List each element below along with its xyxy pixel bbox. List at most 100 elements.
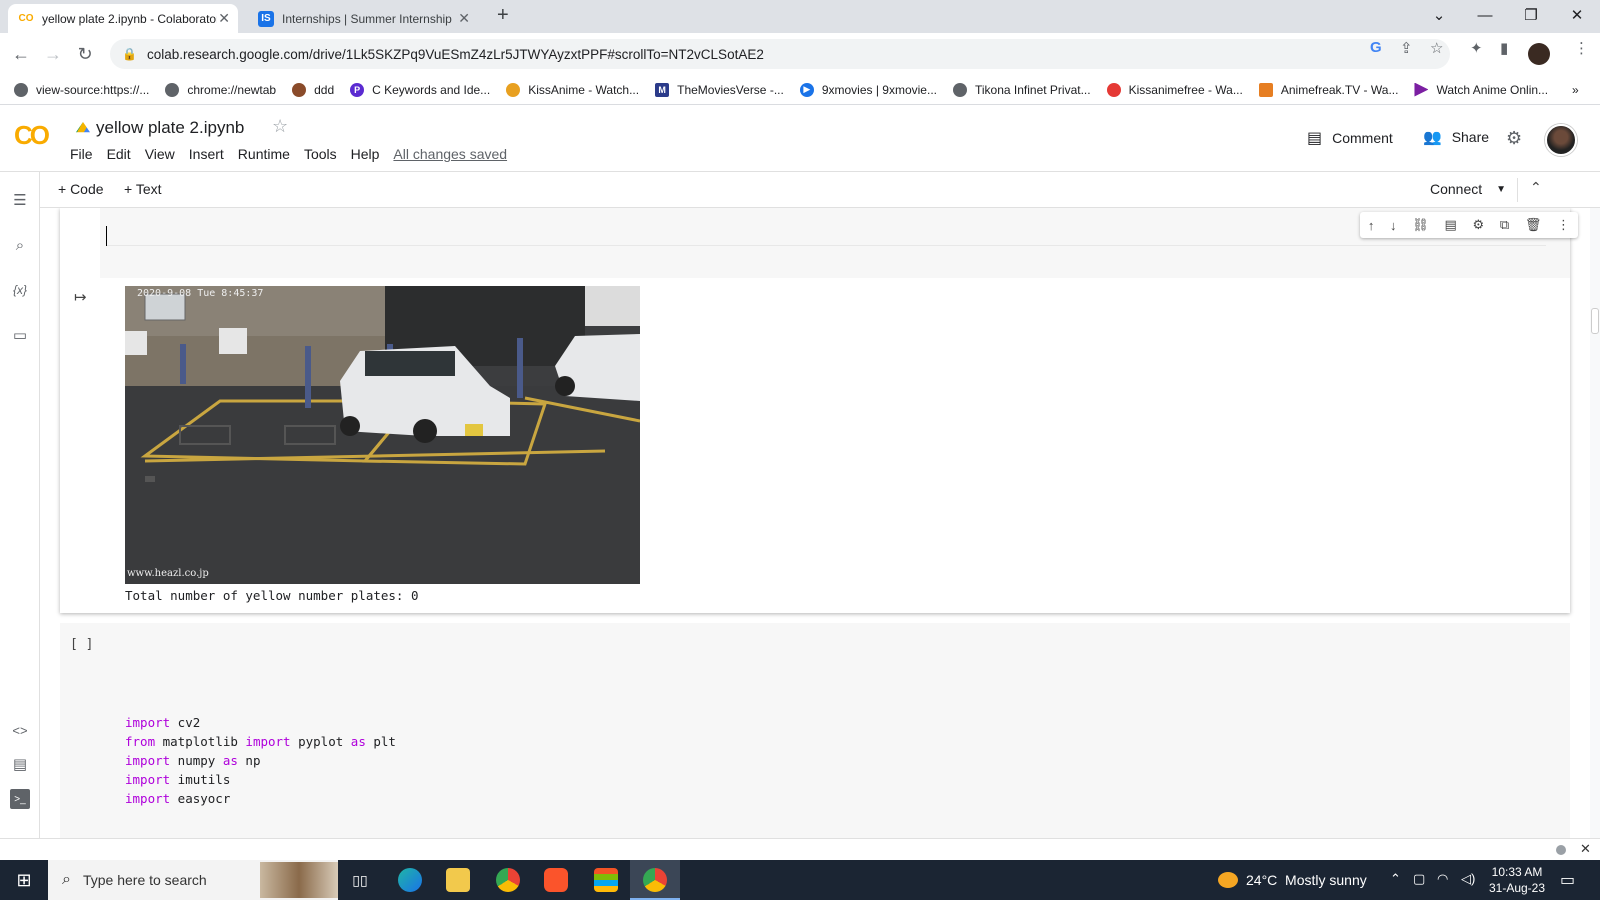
- bookmark-item[interactable]: chrome://newtab: [165, 82, 276, 97]
- menu-insert[interactable]: Insert: [189, 146, 224, 162]
- run-cell-button[interactable]: [ ]: [70, 637, 93, 652]
- extensions-icon[interactable]: ✦: [1470, 39, 1483, 57]
- mirror-cell-icon[interactable]: ⧉: [1500, 217, 1509, 233]
- comment-button[interactable]: ▤ Comment: [1307, 128, 1393, 148]
- tab-colab[interactable]: CO yellow plate 2.ipynb - Colaboratory ✕: [8, 4, 238, 33]
- side-panel-icon[interactable]: ▮: [1500, 39, 1508, 57]
- cell-editor[interactable]: [100, 208, 1570, 278]
- chrome-icon: [643, 868, 667, 892]
- code-line: import numpy as np: [125, 753, 261, 768]
- menu-help[interactable]: Help: [351, 146, 380, 162]
- scrollbar-thumb[interactable]: [1591, 308, 1599, 334]
- tab-internships[interactable]: IS Internships | Summer Internship ✕: [248, 4, 478, 33]
- weather-text[interactable]: 24°C Mostly sunny: [1246, 872, 1367, 888]
- windows-start-icon[interactable]: ⊞: [12, 868, 36, 892]
- table-of-contents-icon[interactable]: ☰: [10, 190, 30, 210]
- scrollbar[interactable]: [1590, 208, 1600, 838]
- edge-icon[interactable]: [398, 868, 422, 892]
- bookmark-item[interactable]: ▶ 9xmovies | 9xmovie...: [799, 82, 937, 97]
- bookmark-item[interactable]: Watch Anime Onlin...: [1414, 82, 1548, 97]
- forward-icon[interactable]: →: [40, 41, 66, 67]
- tab-search-icon[interactable]: ⌄: [1416, 0, 1462, 30]
- parking-lot-image: [125, 286, 640, 584]
- search-icon[interactable]: ⌕: [10, 235, 30, 255]
- colab-logo[interactable]: CO: [14, 120, 50, 151]
- volume-icon[interactable]: ◁): [1461, 871, 1475, 887]
- clock[interactable]: 10:33 AM 31-Aug-23: [1482, 864, 1552, 896]
- menu-bar: File Edit View Insert Runtime Tools Help…: [70, 146, 521, 162]
- colab-icon: CO: [18, 13, 34, 24]
- move-down-icon[interactable]: ↓: [1390, 218, 1397, 233]
- move-up-icon[interactable]: ↑: [1368, 218, 1375, 233]
- new-tab-button[interactable]: +: [497, 4, 509, 27]
- google-icon[interactable]: G: [1370, 39, 1382, 56]
- kissanimefree-icon: [1106, 82, 1121, 97]
- restore-button[interactable]: ❐: [1508, 0, 1554, 30]
- bookmark-item[interactable]: Animefreak.TV - Wa...: [1258, 82, 1398, 97]
- store-icon[interactable]: [594, 868, 618, 892]
- bookmark-item[interactable]: Tikona Infinet Privat...: [952, 82, 1091, 97]
- chrome-active-app[interactable]: [630, 860, 680, 900]
- trash-icon[interactable]: 🗑: [1525, 217, 1542, 233]
- caret-down-icon: ▼: [1496, 183, 1507, 195]
- bookmark-item[interactable]: PC Keywords and Ide...: [350, 82, 490, 97]
- notification-icon[interactable]: ▭: [1560, 870, 1575, 890]
- bookmark-star-icon[interactable]: ☆: [1430, 39, 1443, 57]
- wifi-icon[interactable]: ◠: [1437, 871, 1448, 887]
- bookmark-item[interactable]: view-source:https://...: [14, 82, 149, 97]
- taskbar-search-input[interactable]: ⌕ Type here to search: [48, 860, 338, 900]
- menu-runtime[interactable]: Runtime: [238, 146, 290, 162]
- more-options-icon[interactable]: ⋮: [1557, 217, 1570, 233]
- add-text-button[interactable]: + Text: [124, 181, 162, 197]
- back-icon[interactable]: ←: [8, 41, 34, 67]
- code-cell[interactable]: [ ] import cv2 from matplotlib import py…: [60, 623, 1570, 838]
- link-icon[interactable]: ⛓: [1412, 217, 1429, 233]
- globe-icon: [14, 82, 28, 97]
- close-tab-icon[interactable]: ✕: [218, 10, 230, 27]
- close-icon[interactable]: ✕: [1580, 841, 1591, 857]
- add-code-button[interactable]: + Code: [58, 181, 104, 197]
- brave-icon[interactable]: [544, 868, 568, 892]
- meet-icon[interactable]: ▢: [1413, 871, 1425, 887]
- file-explorer-icon[interactable]: [446, 868, 470, 892]
- gear-icon[interactable]: ⚙: [1472, 217, 1484, 233]
- avatar[interactable]: [1545, 124, 1577, 156]
- reload-icon[interactable]: ↻: [72, 41, 98, 67]
- code-snippets-icon[interactable]: <>: [10, 720, 30, 740]
- menu-tools[interactable]: Tools: [304, 146, 337, 162]
- variables-icon[interactable]: {x}: [10, 280, 30, 300]
- code-cell-active[interactable]: ↑ ↓ ⛓ ▤ ⚙ ⧉ 🗑 ⋮ ↦ 2020-9-08 Tue 8:45:37 …: [60, 208, 1578, 613]
- image-icon: [292, 82, 307, 97]
- share-page-icon[interactable]: ⇪: [1400, 39, 1413, 57]
- chevron-up-icon[interactable]: ⌃: [1530, 179, 1542, 196]
- profile-avatar[interactable]: [1528, 43, 1550, 65]
- terminal-icon[interactable]: >_: [10, 789, 30, 809]
- menu-edit[interactable]: Edit: [107, 146, 131, 162]
- share-button[interactable]: 👥 Share: [1423, 128, 1489, 146]
- more-bookmarks-icon[interactable]: »: [1572, 83, 1579, 97]
- bookmark-item[interactable]: Kissanimefree - Wa...: [1106, 82, 1243, 97]
- bookmark-item[interactable]: ddd: [292, 82, 334, 97]
- chevron-up-icon[interactable]: ⌃: [1390, 871, 1401, 887]
- settings-gear-icon[interactable]: ⚙: [1506, 128, 1522, 149]
- close-tab-icon[interactable]: ✕: [458, 10, 470, 27]
- menu-file[interactable]: File: [70, 146, 93, 162]
- notebook-title[interactable]: yellow plate 2.ipynb: [76, 118, 244, 138]
- menu-view[interactable]: View: [145, 146, 175, 162]
- address-bar[interactable]: 🔒 colab.research.google.com/drive/1Lk5SK…: [110, 39, 1450, 69]
- output-menu-icon[interactable]: ↦: [74, 288, 87, 306]
- task-view-icon[interactable]: ▯▯: [348, 868, 372, 892]
- code-editor[interactable]: import cv2 from matplotlib import pyplot…: [125, 713, 396, 808]
- chrome-icon[interactable]: [496, 868, 520, 892]
- bookmark-item[interactable]: KissAnime - Watch...: [506, 82, 639, 97]
- command-palette-icon[interactable]: ▤: [10, 754, 30, 774]
- save-status[interactable]: All changes saved: [393, 146, 507, 162]
- folder-icon[interactable]: ▭: [10, 325, 30, 345]
- minimize-button[interactable]: —: [1462, 0, 1508, 30]
- close-window-button[interactable]: ✕: [1554, 0, 1600, 30]
- star-icon[interactable]: ☆: [272, 116, 288, 137]
- connect-button[interactable]: Connect ▼: [1430, 181, 1506, 197]
- browser-menu-icon[interactable]: ⋮: [1574, 39, 1589, 57]
- comment-icon[interactable]: ▤: [1444, 217, 1456, 233]
- bookmark-item[interactable]: M TheMoviesVerse -...: [655, 82, 784, 97]
